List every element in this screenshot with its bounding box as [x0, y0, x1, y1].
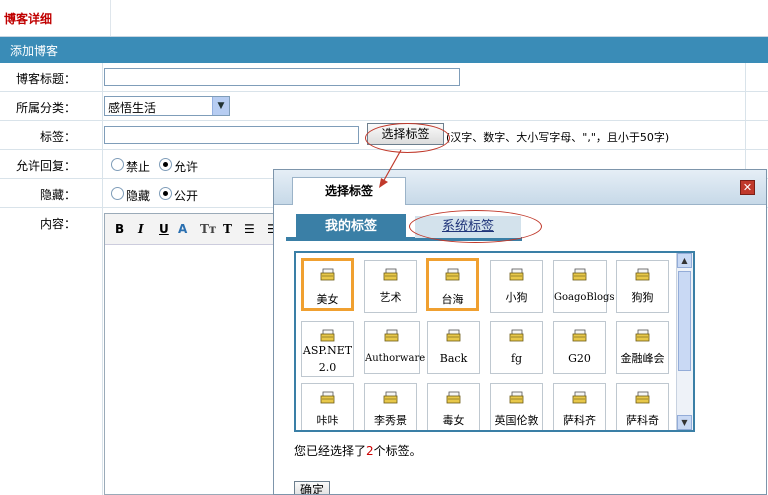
tag-icon: [383, 268, 399, 281]
tag-icon: [384, 329, 400, 342]
tag-icon: [445, 268, 461, 281]
hidden-label: 隐藏：: [39, 188, 76, 202]
tag-cell[interactable]: 艺术: [364, 260, 417, 313]
reply-allow-radio[interactable]: [159, 158, 172, 171]
tag-cell[interactable]: 英国伦敦: [490, 383, 543, 430]
hidden-public-radio[interactable]: [159, 187, 172, 200]
tag-cell[interactable]: GoagoBlogs: [553, 260, 615, 313]
tag-cell[interactable]: 狗狗: [616, 260, 669, 313]
tag-icon: [572, 329, 588, 342]
tag-grid: 美女 艺术 台海 小狗 GoagoBlogs 狗狗 ASP.NET 2.0 Aut…: [294, 251, 695, 432]
bold-icon[interactable]: B: [115, 222, 124, 236]
section-title: 添加博客: [10, 44, 59, 58]
selection-count: 2: [366, 444, 374, 458]
tag-cell[interactable]: 美女: [301, 258, 354, 311]
tag-cell[interactable]: G20: [553, 321, 606, 374]
tag-cell[interactable]: 萨科齐: [553, 383, 606, 430]
hidden-hide-label: 隐藏: [126, 189, 151, 203]
tag-icon: [320, 329, 336, 342]
reply-label: 允许回复：: [15, 159, 76, 173]
content-label: 内容：: [39, 217, 76, 231]
font-style-icon[interactable]: T: [223, 222, 232, 236]
tag-icon: [635, 329, 651, 342]
tags-row: 标签： 选择标签 (汉字、数字、大小写字母、","，且小于50字): [0, 121, 768, 150]
divider: [110, 0, 111, 36]
category-select[interactable]: 感悟生活 ▼: [104, 96, 230, 116]
tag-icon: [446, 391, 462, 404]
tag-icon: [509, 391, 525, 404]
hidden-public-label: 公开: [174, 189, 199, 203]
tag-icon: [572, 391, 588, 404]
editor-toolbar: B I U A Tт T ☰ ☰: [105, 214, 280, 245]
ok-button[interactable]: 确定: [294, 481, 330, 494]
align-icon[interactable]: ☰: [244, 222, 255, 236]
annotation-arrow: [379, 149, 402, 188]
scroll-thumb[interactable]: [678, 271, 691, 371]
tag-icon: [572, 268, 588, 281]
tag-cell[interactable]: 金融峰会: [616, 321, 669, 374]
tag-icon: [635, 268, 651, 281]
tag-cell[interactable]: ASP.NET 2.0: [301, 321, 354, 377]
tab-my-tags[interactable]: 我的标签: [296, 214, 406, 239]
underline-icon[interactable]: U: [159, 222, 169, 236]
font-size-icon[interactable]: Tт: [200, 222, 216, 236]
tag-icon: [635, 391, 651, 404]
dialog-titlebar: 选择标签 ✕: [274, 170, 766, 205]
font-color-icon[interactable]: A: [178, 222, 187, 236]
reply-allow-label: 允许: [174, 160, 199, 174]
tag-cell[interactable]: 咔咔: [301, 383, 354, 430]
reply-forbid-radio[interactable]: [111, 158, 124, 171]
tag-icon: [509, 329, 525, 342]
reply-forbid-label: 禁止: [126, 160, 151, 174]
tag-cell[interactable]: 李秀景: [364, 383, 417, 430]
section-header: 添加博客: [0, 37, 768, 63]
tags-hint: (汉字、数字、大小写字母、","，且小于50字): [446, 131, 670, 144]
tags-label: 标签：: [39, 130, 76, 144]
tag-icon: [446, 329, 462, 342]
title-input[interactable]: [104, 68, 460, 86]
tag-cell[interactable]: fg: [490, 321, 543, 374]
tab-system-tags[interactable]: 系统标签: [415, 216, 521, 238]
hidden-hide-radio[interactable]: [111, 187, 124, 200]
tag-cell[interactable]: Back: [427, 321, 480, 374]
tag-icon: [383, 391, 399, 404]
choose-tags-button[interactable]: 选择标签: [367, 123, 444, 145]
tag-icon: [320, 268, 336, 281]
page-title: 博客详细: [4, 12, 53, 26]
tag-grid-scrollbar[interactable]: ▲ ▼: [676, 253, 693, 430]
tag-cell[interactable]: Authorware: [364, 321, 425, 374]
tag-cell[interactable]: 毒女: [427, 383, 480, 430]
top-bar: 博客详细: [0, 0, 768, 37]
chevron-down-icon[interactable]: ▼: [212, 97, 229, 115]
tag-icon: [320, 391, 336, 404]
italic-icon[interactable]: I: [138, 222, 144, 236]
tag-cell[interactable]: 萨科奇: [616, 383, 669, 430]
selection-status: 您已经选择了2个标签。: [294, 444, 422, 458]
scroll-up-icon[interactable]: ▲: [677, 253, 692, 268]
tag-cell[interactable]: 台海: [426, 258, 479, 311]
tag-cell[interactable]: 小狗: [490, 260, 543, 313]
close-icon[interactable]: ✕: [740, 180, 755, 195]
category-label: 所属分类：: [15, 101, 76, 115]
category-value: 感悟生活: [108, 101, 157, 115]
content-editor[interactable]: B I U A Tт T ☰ ☰: [104, 213, 280, 495]
tags-input[interactable]: [104, 126, 359, 144]
title-label: 博客标题：: [15, 72, 76, 86]
tag-dialog: 选择标签 ✕ 我的标签 系统标签 美女 艺术 台海 小狗 GoagoBlogs …: [273, 169, 767, 495]
title-row: 博客标题：: [0, 63, 768, 92]
scroll-down-icon[interactable]: ▼: [677, 415, 692, 430]
tag-icon: [509, 268, 525, 281]
